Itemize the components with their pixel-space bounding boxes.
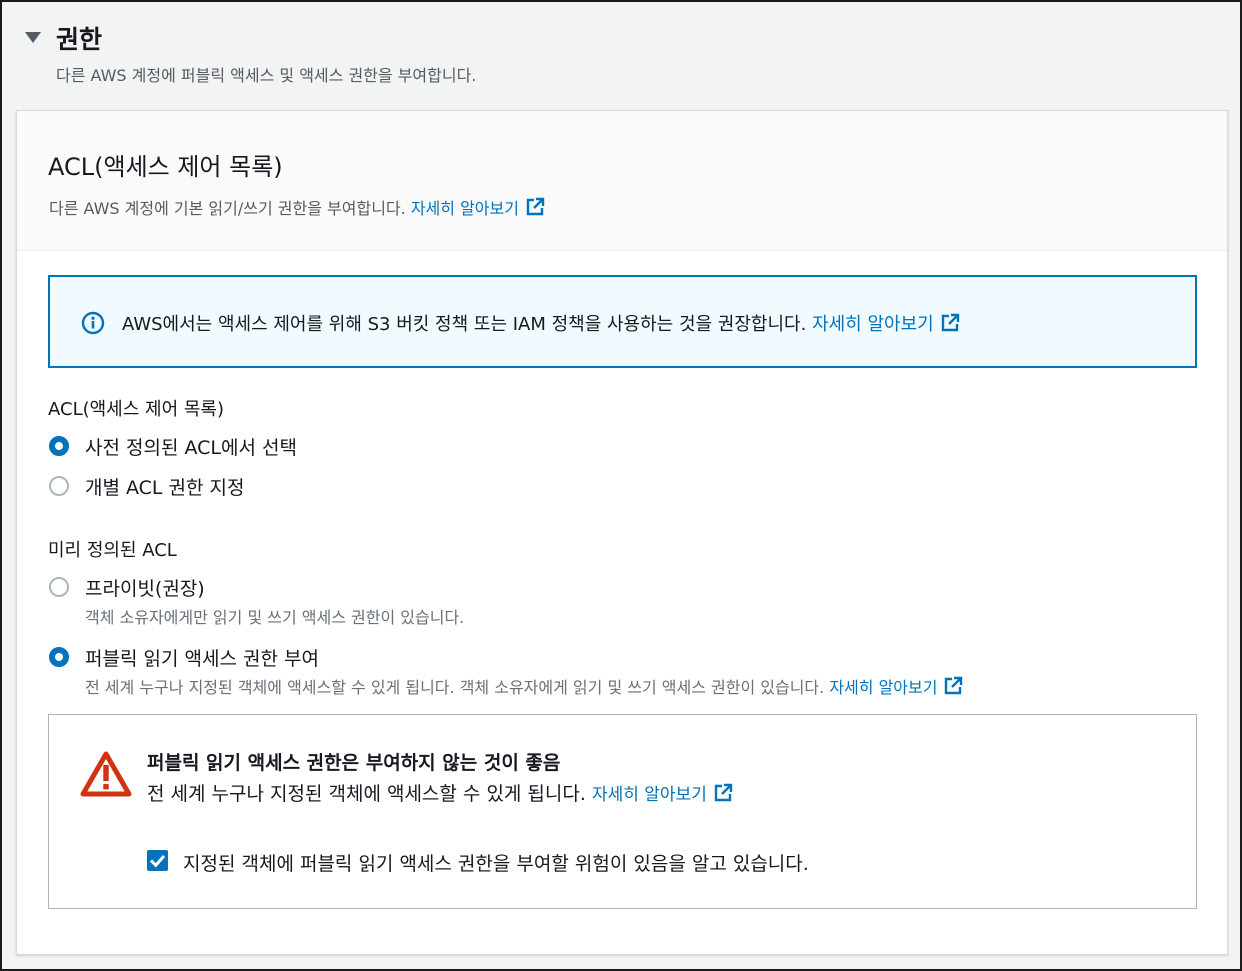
external-link-icon [714,783,733,802]
radio-label[interactable]: 개별 ACL 권한 지정 [85,473,245,500]
radio-description: 전 세계 누구나 지정된 객체에 액세스할 수 있게 됩니다. 객체 소유자에게… [85,674,963,698]
info-icon [81,311,105,335]
radio-individual-acl[interactable] [49,476,69,496]
checkmark-icon [149,855,166,868]
radio-private[interactable] [49,577,69,597]
acl-panel: ACL(액세스 제어 목록) 다른 AWS 계정에 기본 읽기/쓰기 권한을 부… [16,110,1228,955]
warning-text: 전 세계 누구나 지정된 객체에 액세스할 수 있게 됩니다. 자세히 알아보기 [147,779,733,806]
warning-alert: 퍼블릭 읽기 액세스 권한은 부여하지 않는 것이 좋음 전 세계 누구나 지정… [48,714,1197,909]
warning-learn-more-link[interactable]: 자세히 알아보기 [592,783,733,805]
warning-title: 퍼블릭 읽기 액세스 권한은 부여하지 않는 것이 좋음 [147,752,561,774]
caret-down-icon[interactable] [25,32,41,43]
learn-more-link[interactable]: 자세히 알아보기 [411,197,545,218]
panel-description-text: 다른 AWS 계정에 기본 읽기/쓰기 권한을 부여합니다. [49,199,406,218]
permissions-section: 권한 다른 AWS 계정에 퍼블릭 액세스 및 액세스 권한을 부여합니다. A… [0,0,1242,971]
radio-public-read[interactable] [49,647,69,667]
predefined-acl-label: 미리 정의된 ACL [48,540,177,561]
warning-icon [80,751,132,797]
acl-panel-header: ACL(액세스 제어 목록) 다른 AWS 계정에 기본 읽기/쓰기 권한을 부… [17,111,1227,251]
radio-label[interactable]: 퍼블릭 읽기 액세스 권한 부여 [85,644,319,671]
panel-description: 다른 AWS 계정에 기본 읽기/쓰기 권한을 부여합니다. 자세히 알아보기 [49,195,545,219]
acknowledge-label[interactable]: 지정된 객체에 퍼블릭 읽기 액세스 권한을 부여할 위험이 있음을 알고 있습… [183,849,809,876]
acl-mode-label: ACL(액세스 제어 목록) [48,399,225,420]
radio-label[interactable]: 프라이빗(권장) [85,574,205,601]
external-link-icon [941,313,959,332]
external-link-icon [945,676,963,695]
radio-label[interactable]: 사전 정의된 ACL에서 선택 [85,433,297,460]
panel-title: ACL(액세스 제어 목록) [48,153,283,181]
info-learn-more-link[interactable]: 자세히 알아보기 [812,313,960,335]
public-read-learn-more-link[interactable]: 자세히 알아보기 [829,676,963,697]
acknowledge-checkbox[interactable] [147,850,168,871]
radio-predefined-acl[interactable] [49,436,69,456]
info-alert: AWS에서는 액세스 제어를 위해 S3 버킷 정책 또는 IAM 정책을 사용… [48,275,1197,368]
section-description: 다른 AWS 계정에 퍼블릭 액세스 및 액세스 권한을 부여합니다. [56,66,477,85]
info-text: AWS에서는 액세스 제어를 위해 S3 버킷 정책 또는 IAM 정책을 사용… [122,310,960,336]
section-title: 권한 [56,25,103,54]
external-link-icon [526,197,545,216]
radio-description: 객체 소유자에게만 읽기 및 쓰기 액세스 권한이 있습니다. [85,608,465,627]
